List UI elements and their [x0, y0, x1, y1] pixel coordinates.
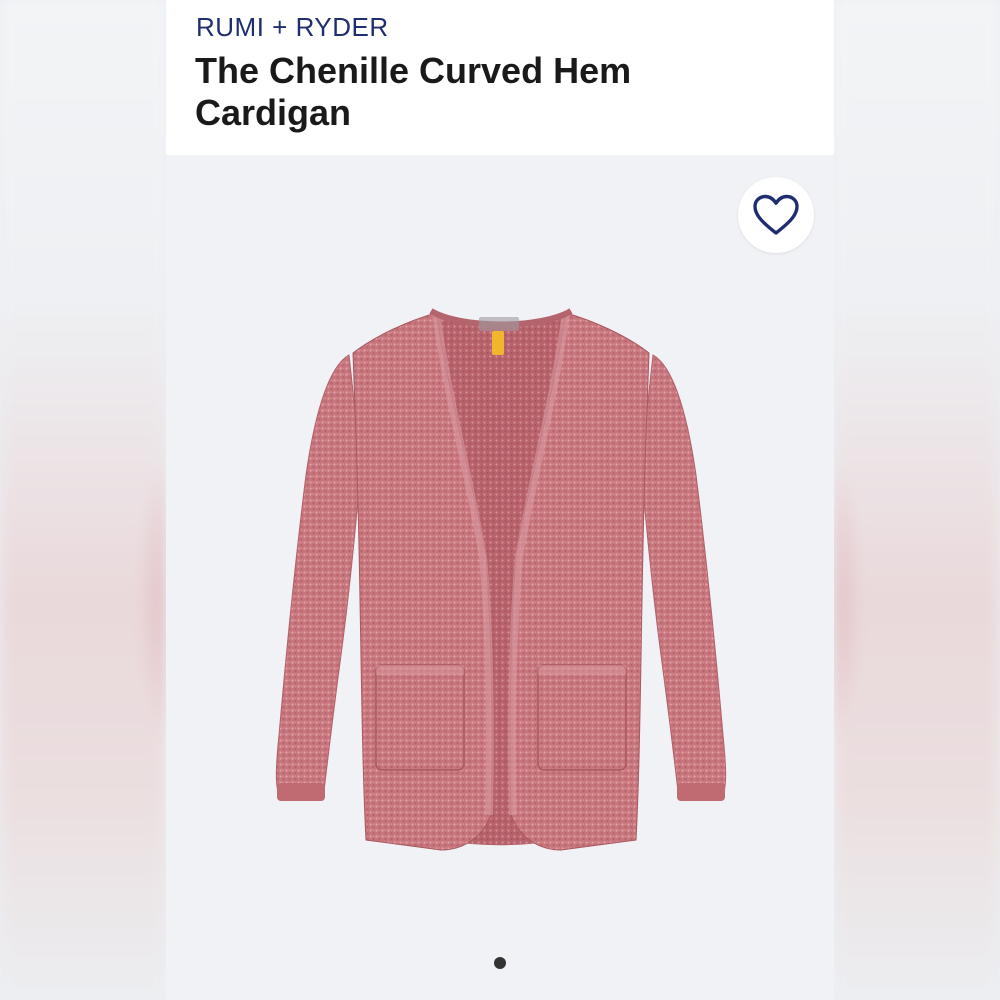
- pagination-dot-active[interactable]: [494, 957, 506, 969]
- blurred-backdrop-left: [0, 0, 166, 1000]
- gallery-pagination: [166, 957, 834, 969]
- brand-name[interactable]: RUMI + RYDER: [196, 12, 389, 43]
- heart-outline-icon: [753, 194, 799, 235]
- product-detail-view: RUMI + RYDER The Chenille Curved Hem Car…: [166, 0, 834, 1000]
- product-title: The Chenille Curved Hem Cardigan: [195, 50, 632, 133]
- favorite-button[interactable]: [738, 177, 814, 253]
- product-image-gallery[interactable]: [166, 155, 834, 1000]
- cardigan-product-image: [275, 308, 727, 851]
- blurred-backdrop-right: [834, 0, 1000, 1000]
- screen: RUMI + RYDER The Chenille Curved Hem Car…: [0, 0, 1000, 1000]
- product-header: RUMI + RYDER The Chenille Curved Hem Car…: [166, 0, 834, 155]
